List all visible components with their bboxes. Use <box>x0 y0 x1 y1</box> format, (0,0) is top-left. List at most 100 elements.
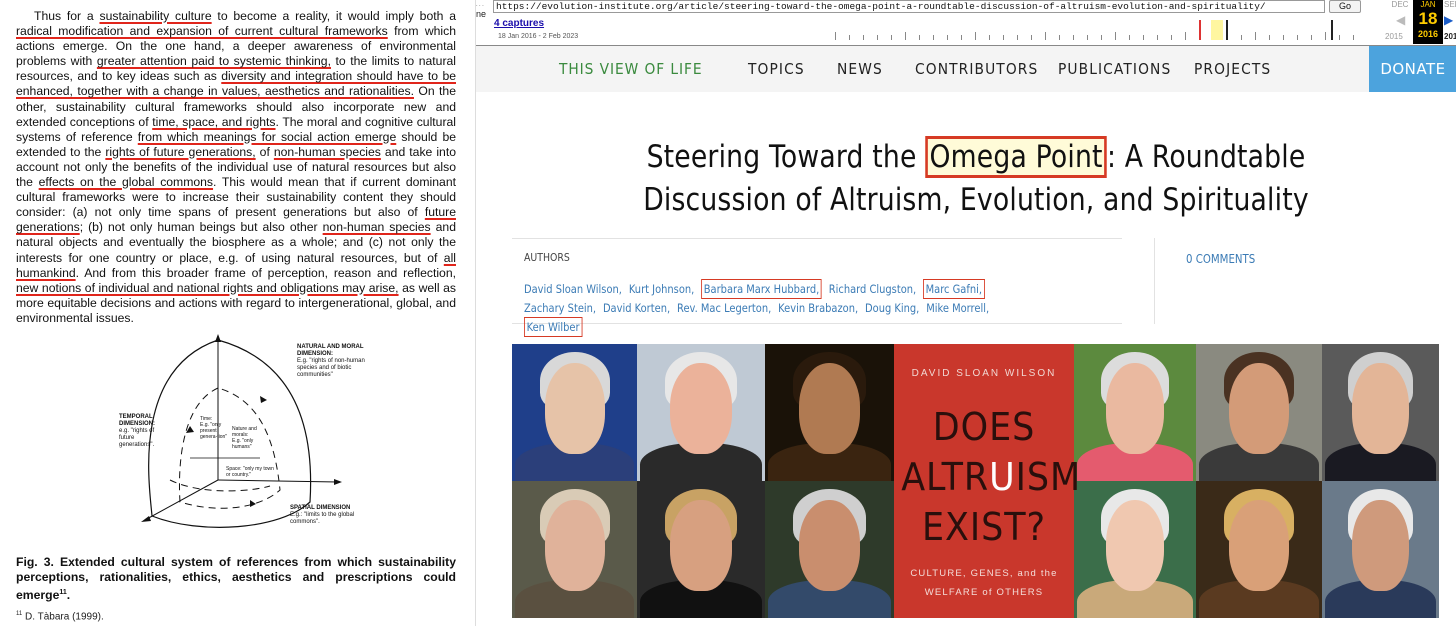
author-link[interactable]: David Korten, <box>603 299 670 317</box>
author-photo <box>637 344 765 481</box>
author-link[interactable]: Rev. Mac Legerton, <box>677 299 771 317</box>
divider <box>1154 238 1155 324</box>
text-run: of <box>255 144 274 159</box>
next-month-label[interactable]: SEP <box>1444 0 1456 9</box>
current-day: 18 <box>1418 9 1438 28</box>
authors-label: AUTHORS <box>524 251 570 264</box>
wayback-logo[interactable]: · · · ne <box>476 2 486 40</box>
book-author: DAVID SLOAN WILSON <box>911 368 1057 379</box>
sparkline-tick <box>1031 35 1032 40</box>
author-link[interactable]: Richard Clugston, <box>829 280 916 298</box>
next-arrow-icon[interactable]: ▶ <box>1444 13 1453 27</box>
nav-news[interactable]: NEWS <box>837 60 883 78</box>
sparkline-tick <box>933 35 934 40</box>
sparkline-tick <box>1129 35 1130 40</box>
wayback-toolbar: · · · ne https://evolution-institute.org/… <box>476 0 1456 46</box>
author-link[interactable]: Marc Gafni, <box>923 279 985 299</box>
space-inner-label: Space: "only my town or country." <box>226 466 274 478</box>
sparkline-tick <box>919 35 920 40</box>
underlined-phrase: effects on the global commons <box>38 175 214 190</box>
sparkline-tick <box>905 32 906 40</box>
author-photo <box>765 481 894 618</box>
book-title: DOES ALTRUISM EXIST? <box>901 405 1082 549</box>
donate-button[interactable]: DONATE <box>1369 46 1456 92</box>
prev-year-label[interactable]: 2015 <box>1385 32 1403 41</box>
sparkline-tick <box>1087 35 1088 40</box>
sparkline-tick <box>1045 32 1046 40</box>
capture-sparkline[interactable] <box>831 20 1361 40</box>
underlined-phrase: new notions of individual and national r… <box>16 280 399 295</box>
article-image-collage: DAVID SLOAN WILSON DOES ALTRUISM EXIST? CULT… <box>512 344 1439 618</box>
author-link[interactable]: Ken Wilber <box>524 317 583 337</box>
capture-marker <box>1331 20 1333 40</box>
sparkline-tick <box>1059 35 1060 40</box>
sparkline-tick <box>1003 35 1004 40</box>
sparkline-tick <box>1255 32 1256 40</box>
prev-month-label[interactable]: DEC <box>1389 0 1411 9</box>
paper-body-text: Thus for a sustainability culture to bec… <box>16 9 456 326</box>
underlined-phrase: from which meanings for social action em… <box>137 129 397 144</box>
sparkline-tick <box>835 32 836 40</box>
author-photo <box>1322 481 1439 618</box>
sparkline-tick <box>1017 35 1018 40</box>
sparkline-tick <box>863 35 864 40</box>
sparkline-tick <box>947 35 948 40</box>
url-input[interactable]: https://evolution-institute.org/article/… <box>493 0 1325 13</box>
sparkline-tick <box>849 35 850 40</box>
sparkline-tick <box>975 32 976 40</box>
nav-topics[interactable]: TOPICS <box>748 60 805 78</box>
sparkline-tick <box>1185 32 1186 40</box>
figure-3-diagram: NATURAL AND MORAL DIMENSION: E.g. "rights… <box>110 330 365 545</box>
site-brand[interactable]: THIS VIEW OF LIFE <box>559 60 703 78</box>
author-link[interactable]: Kurt Johnson, <box>629 280 694 298</box>
time-inner-label: Time: E.g. "only present genera-tion" <box>200 416 228 440</box>
author-photo <box>512 481 637 618</box>
underlined-phrase: non-human species <box>273 144 381 159</box>
go-button[interactable]: Go <box>1329 0 1361 13</box>
sparkline-tick <box>1297 35 1298 40</box>
book-cover: DAVID SLOAN WILSON DOES ALTRUISM EXIST? CULT… <box>894 344 1082 618</box>
capture-marker <box>1226 20 1228 40</box>
sparkline-tick <box>1115 32 1116 40</box>
underlined-phrase: radical modification and expansion of cu… <box>16 24 388 39</box>
text-run: ; (b) not only human beings but also oth… <box>79 220 323 235</box>
underlined-phrase: non-human species <box>322 220 431 235</box>
nav-contributors[interactable]: CONTRIBUTORS <box>915 60 1038 78</box>
author-photo <box>1196 481 1322 618</box>
author-link[interactable]: Barbara Marx Hubbard, <box>701 279 822 299</box>
book-subtitle: CULTURE, GENES, and the WELFARE of OTHERS <box>910 568 1058 598</box>
underlined-phrase: time, space, and rights <box>152 114 276 129</box>
nav-publications[interactable]: PUBLICATIONS <box>1058 60 1171 78</box>
author-link[interactable]: Kevin Brabazon, <box>778 299 858 317</box>
sparkline-tick <box>1325 32 1326 40</box>
sparkline-tick <box>1157 35 1158 40</box>
text-run: Thus for a <box>34 9 100 23</box>
author-link[interactable]: Doug King, <box>865 299 919 317</box>
current-year: 2016 <box>1417 29 1439 39</box>
author-link[interactable]: David Sloan Wilson, <box>524 280 622 298</box>
sparkline-tick <box>1269 35 1270 40</box>
site-nav: THIS VIEW OF LIFE TOPICS NEWS CONTRIBUTO… <box>476 46 1456 92</box>
paper-excerpt: Thus for a sustainability culture to bec… <box>0 0 470 626</box>
author-link[interactable]: Mike Morrell, <box>926 299 989 317</box>
current-capture-date: JAN 18 2016 <box>1413 0 1443 44</box>
author-link[interactable]: Zachary Stein, <box>524 299 596 317</box>
article-title: Steering Toward the Omega Point: A Round… <box>580 136 1371 222</box>
underlined-phrase: greater attention paid to systemic think… <box>96 54 331 69</box>
sparkline-tick <box>989 35 990 40</box>
underlined-phrase: sustainability culture <box>99 9 212 23</box>
captures-link[interactable]: 4 captures <box>494 18 544 29</box>
prev-arrow-icon[interactable]: ◀ <box>1396 13 1405 27</box>
title-highlight: Omega Point <box>925 136 1107 178</box>
author-photo <box>1074 344 1196 481</box>
spatial-dimension-label: SPATIAL DIMENSION E.g.: "limits to the gl… <box>290 505 355 525</box>
sparkline-tick <box>1339 35 1340 40</box>
next-year-label[interactable]: 201 <box>1444 32 1456 41</box>
temporal-dimension-label: TEMPORAL DIMENSION: e.g. "rights of futur… <box>119 414 155 448</box>
nav-projects[interactable]: PROJECTS <box>1194 60 1271 78</box>
author-photo <box>765 344 894 481</box>
capture-marker <box>1199 20 1201 40</box>
sparkline-tick <box>1171 35 1172 40</box>
comments-link[interactable]: 0 COMMENTS <box>1186 252 1255 266</box>
author-photo <box>512 344 637 481</box>
